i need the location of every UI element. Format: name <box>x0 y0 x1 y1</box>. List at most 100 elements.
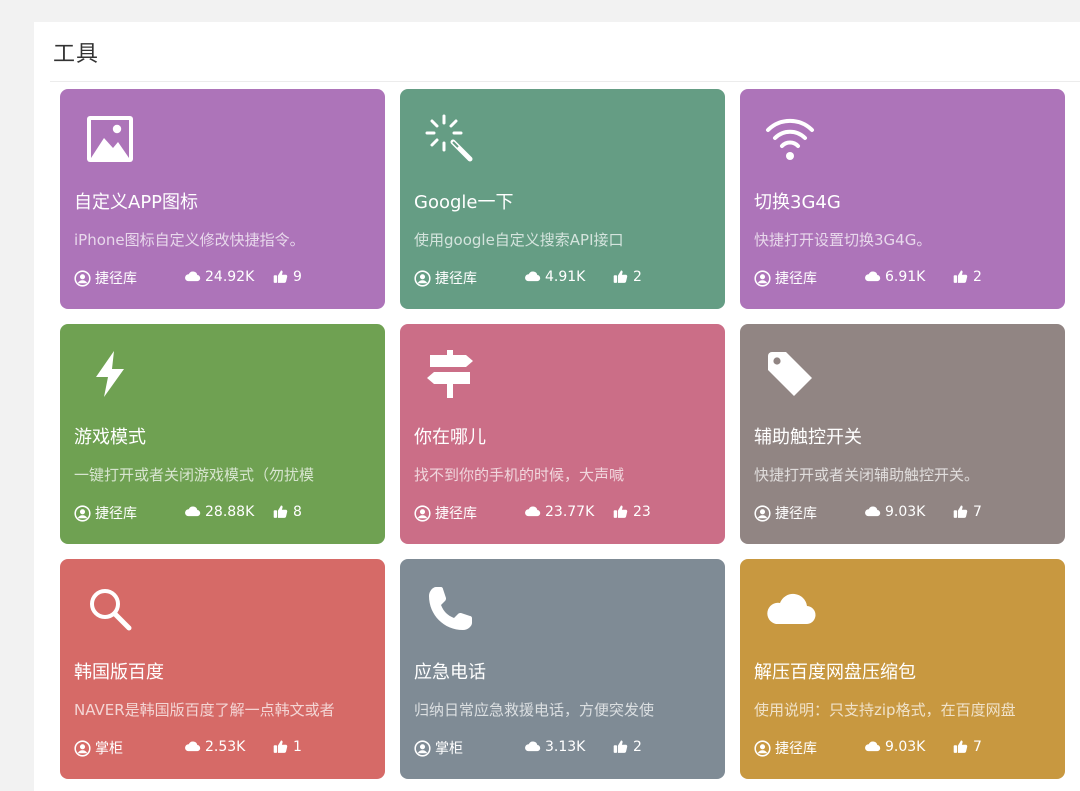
card-downloads: 9.03K <box>864 738 925 755</box>
like-count: 1 <box>293 738 302 755</box>
card-title[interactable]: 韩国版百度 <box>74 658 164 684</box>
download-count: 9.03K <box>885 503 926 520</box>
card-downloads: 6.91K <box>864 268 925 285</box>
card-description: 快捷打开设置切换3G4G。 <box>754 231 932 249</box>
magic-wand-icon <box>422 111 478 167</box>
card-title[interactable]: 辅助触控开关 <box>754 423 862 449</box>
card-title[interactable]: 切换3G4G <box>754 188 841 214</box>
author-name: 捷径库 <box>435 506 477 522</box>
card-author[interactable]: 捷径库 <box>414 503 477 523</box>
shortcut-card[interactable]: Google一下 使用google自定义搜索API接口 捷径库 4.91K 2 <box>400 89 725 309</box>
download-count: 24.92K <box>205 268 255 285</box>
thumbs-up-icon <box>613 270 628 283</box>
user-circle-icon <box>754 269 771 287</box>
like-count: 8 <box>293 503 302 520</box>
download-count: 3.13K <box>545 738 586 755</box>
user-circle-icon <box>754 504 771 522</box>
shortcut-card[interactable]: 游戏模式 一键打开或者关闭游戏模式（勿扰模 捷径库 28.88K 8 <box>60 324 385 544</box>
card-meta: 捷径库 4.91K 2 <box>414 268 714 288</box>
cloud-icon <box>762 581 818 637</box>
card-title[interactable]: 解压百度网盘压缩包 <box>754 658 916 684</box>
card-description: 找不到你的手机的时候，大声喊 <box>414 466 625 484</box>
user-circle-icon <box>74 739 91 757</box>
card-likes[interactable]: 7 <box>952 738 982 755</box>
image-icon <box>87 116 133 162</box>
card-author[interactable]: 捷径库 <box>74 503 137 523</box>
search-icon <box>82 581 138 637</box>
card-title[interactable]: 你在哪儿 <box>414 423 486 449</box>
card-meta: 掌柜 3.13K 2 <box>414 738 714 758</box>
shortcut-card[interactable]: 韩国版百度 NAVER是韩国版百度了解一点韩文或者 掌柜 2.53K 1 <box>60 559 385 779</box>
card-description: 归纳日常应急救援电话，方便突发使 <box>414 701 655 719</box>
author-name: 捷径库 <box>95 271 137 287</box>
card-downloads: 9.03K <box>864 503 925 520</box>
card-likes[interactable]: 23 <box>612 503 651 520</box>
author-name: 捷径库 <box>775 271 817 287</box>
user-circle-icon <box>414 504 431 522</box>
card-description: 使用说明：只支持zip格式，在百度网盘 <box>754 701 1016 719</box>
card-meta: 掌柜 2.53K 1 <box>74 738 374 758</box>
tag-icon <box>768 352 812 396</box>
card-title[interactable]: 游戏模式 <box>74 423 146 449</box>
card-meta: 捷径库 23.77K 23 <box>414 503 714 523</box>
card-title[interactable]: 自定义APP图标 <box>74 188 198 214</box>
like-count: 2 <box>633 268 642 285</box>
author-name: 捷径库 <box>95 506 137 522</box>
like-count: 7 <box>973 738 982 755</box>
download-count: 4.91K <box>545 268 586 285</box>
card-meta: 捷径库 9.03K 7 <box>754 738 1054 758</box>
download-count: 2.53K <box>205 738 246 755</box>
card-title[interactable]: 应急电话 <box>414 658 486 684</box>
card-author[interactable]: 捷径库 <box>754 268 817 288</box>
cloud-download-icon <box>525 271 541 282</box>
cloud-download-icon <box>185 271 201 282</box>
cloud-download-icon <box>525 506 541 517</box>
author-name: 掌柜 <box>95 741 123 757</box>
bolt-icon <box>82 346 138 402</box>
download-count: 23.77K <box>545 503 595 520</box>
card-meta: 捷径库 24.92K 9 <box>74 268 374 288</box>
card-description: 一键打开或者关闭游戏模式（勿扰模 <box>74 466 315 484</box>
bolt-icon <box>96 351 124 397</box>
card-author[interactable]: 捷径库 <box>754 738 817 758</box>
thumbs-up-icon <box>953 270 968 283</box>
user-circle-icon <box>754 739 771 757</box>
card-downloads: 24.92K <box>184 268 254 285</box>
card-author[interactable]: 捷径库 <box>754 503 817 523</box>
card-description: 快捷打开或者关闭辅助触控开关。 <box>754 466 980 484</box>
thumbs-up-icon <box>953 740 968 753</box>
card-likes[interactable]: 2 <box>612 738 642 755</box>
cloud-download-icon <box>865 271 881 282</box>
thumbs-up-icon <box>273 270 288 283</box>
user-circle-icon <box>74 269 91 287</box>
tools-panel: 工具 自定义APP图标 iPhone图标自定义修改快捷指令。 捷径库 24.92… <box>34 22 1080 791</box>
card-likes[interactable]: 9 <box>272 268 302 285</box>
card-likes[interactable]: 1 <box>272 738 302 755</box>
card-author[interactable]: 掌柜 <box>414 738 463 758</box>
card-likes[interactable]: 2 <box>952 268 982 285</box>
card-downloads: 2.53K <box>184 738 245 755</box>
cloud-download-icon <box>865 506 881 517</box>
user-circle-icon <box>414 739 431 757</box>
card-likes[interactable]: 2 <box>612 268 642 285</box>
shortcut-card[interactable]: 应急电话 归纳日常应急救援电话，方便突发使 掌柜 3.13K 2 <box>400 559 725 779</box>
shortcut-card[interactable]: 解压百度网盘压缩包 使用说明：只支持zip格式，在百度网盘 捷径库 9.03K <box>740 559 1065 779</box>
card-downloads: 23.77K <box>524 503 594 520</box>
card-author[interactable]: 捷径库 <box>414 268 477 288</box>
author-name: 掌柜 <box>435 741 463 757</box>
card-likes[interactable]: 7 <box>952 503 982 520</box>
cloud-icon <box>767 593 816 625</box>
card-author[interactable]: 捷径库 <box>74 268 137 288</box>
card-likes[interactable]: 8 <box>272 503 302 520</box>
card-author[interactable]: 掌柜 <box>74 738 123 758</box>
card-meta: 捷径库 28.88K 8 <box>74 503 374 523</box>
card-title[interactable]: Google一下 <box>414 188 513 214</box>
download-count: 28.88K <box>205 503 255 520</box>
author-name: 捷径库 <box>775 741 817 757</box>
shortcut-card[interactable]: 你在哪儿 找不到你的手机的时候，大声喊 捷径库 23.77K 23 <box>400 324 725 544</box>
card-downloads: 3.13K <box>524 738 585 755</box>
cloud-download-icon <box>185 506 201 517</box>
shortcut-card[interactable]: 辅助触控开关 快捷打开或者关闭辅助触控开关。 捷径库 9.03K 7 <box>740 324 1065 544</box>
shortcut-card[interactable]: 切换3G4G 快捷打开设置切换3G4G。 捷径库 6.91K 2 <box>740 89 1065 309</box>
shortcut-card[interactable]: 自定义APP图标 iPhone图标自定义修改快捷指令。 捷径库 24.92K 9 <box>60 89 385 309</box>
